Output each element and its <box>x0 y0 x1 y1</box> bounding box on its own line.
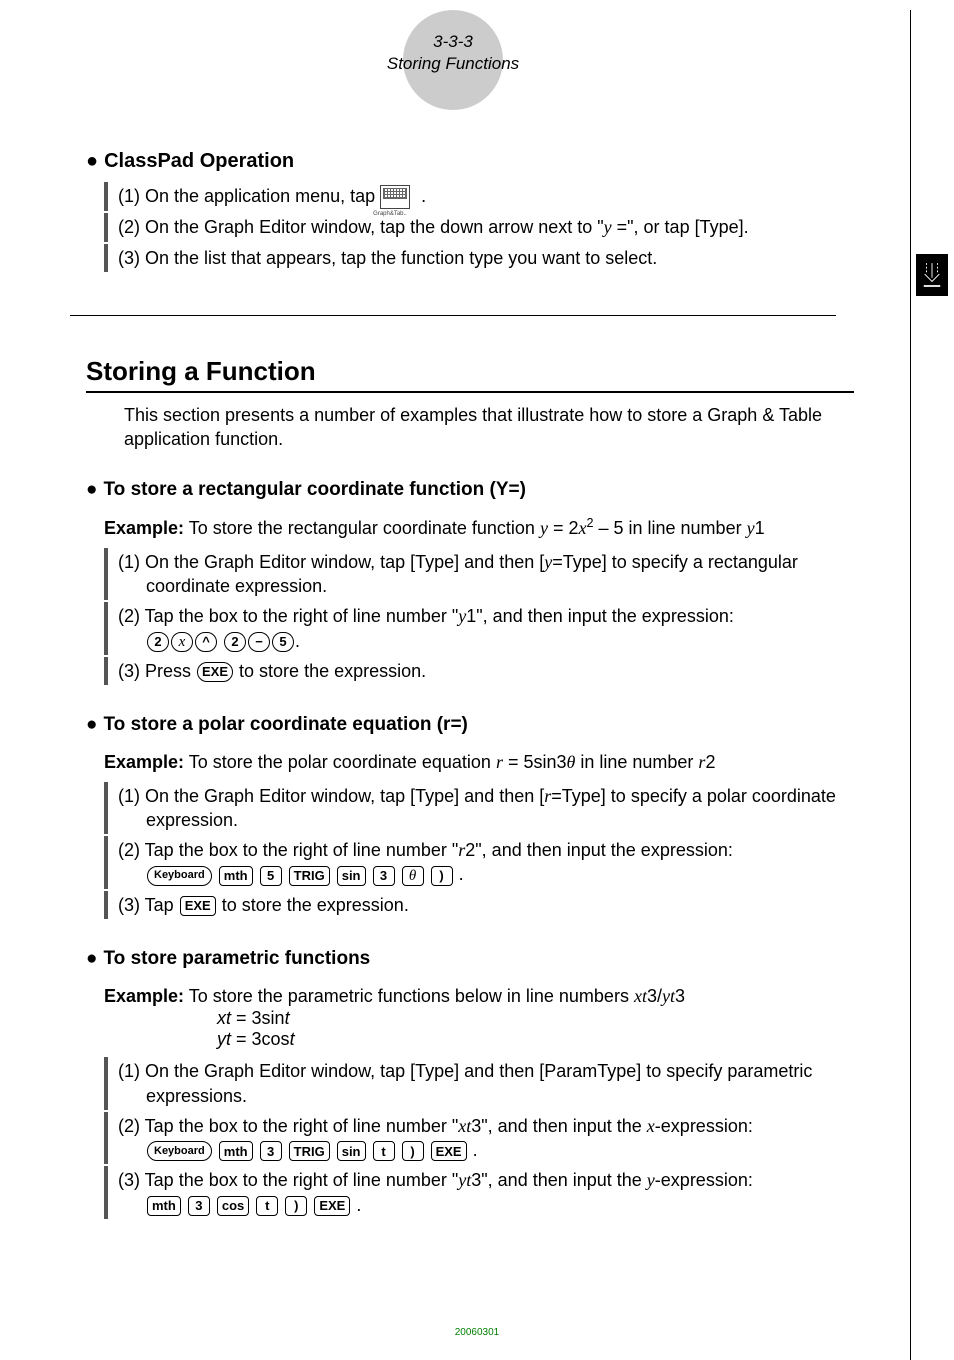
key-5[interactable]: 5 <box>272 632 294 652</box>
key-mth[interactable]: mth <box>147 1196 181 1216</box>
key-t[interactable]: t <box>256 1196 278 1216</box>
step-text: (1) On the application menu, tap . <box>118 182 854 211</box>
section-rect: ● To store a rectangular coordinate func… <box>86 479 854 501</box>
key-t[interactable]: t <box>373 1141 395 1161</box>
example-param: Example: To store the parametric functio… <box>104 984 854 1008</box>
step-text: (3) Tap EXE to store the expression. <box>118 891 854 919</box>
key-3[interactable]: 3 <box>373 866 395 886</box>
param-eq1: xt = 3sint <box>217 1008 854 1029</box>
step-text: (3) On the list that appears, tap the fu… <box>118 244 854 272</box>
key-theta[interactable]: θ <box>402 866 424 886</box>
sidebar <box>910 10 954 1360</box>
key-keyboard[interactable]: Keyboard <box>147 1141 212 1161</box>
step-text: (1) On the Graph Editor window, tap [Typ… <box>118 782 854 835</box>
key-x[interactable]: x <box>171 632 193 652</box>
key-3[interactable]: 3 <box>260 1141 282 1161</box>
key-2[interactable]: 2 <box>224 632 246 652</box>
key-caret[interactable]: ^ <box>195 632 217 652</box>
key-exe[interactable]: EXE <box>197 662 233 682</box>
step-text: (1) On the Graph Editor window, tap [Typ… <box>118 548 854 601</box>
graph-and-table-app-icon[interactable] <box>380 185 410 209</box>
key-exe[interactable]: EXE <box>180 896 216 916</box>
key-trig[interactable]: TRIG <box>289 866 330 886</box>
key-trig[interactable]: TRIG <box>289 1141 330 1161</box>
step-text: (3) Press EXE to store the expression. <box>118 657 854 685</box>
heading-underline <box>86 391 854 393</box>
key-2[interactable]: 2 <box>147 632 169 652</box>
step-text: (2) On the Graph Editor window, tap the … <box>118 213 854 241</box>
section-polar: ● To store a polar coordinate equation (… <box>86 714 854 736</box>
sidebar-download-icon <box>916 254 948 296</box>
example-polar: Example: To store the polar coordinate e… <box>104 750 854 774</box>
section-param: ● To store parametric functions <box>86 948 854 970</box>
step-text: (2) Tap the box to the right of line num… <box>118 602 854 655</box>
key-close-paren[interactable]: ) <box>431 866 453 886</box>
step-text: (2) Tap the box to the right of line num… <box>118 1112 854 1165</box>
divider <box>70 315 836 316</box>
key-cos[interactable]: cos <box>217 1196 249 1216</box>
key-close-paren[interactable]: ) <box>402 1141 424 1161</box>
key-exe[interactable]: EXE <box>314 1196 350 1216</box>
section-title: To store parametric functions <box>103 948 370 970</box>
intro-paragraph: This section presents a number of exampl… <box>124 403 854 452</box>
param-eq2: yt = 3cost <box>217 1029 854 1050</box>
step-text: (1) On the Graph Editor window, tap [Typ… <box>118 1057 854 1110</box>
page-footer-number: 20060301 <box>455 1327 500 1338</box>
step-text: (3) Tap the box to the right of line num… <box>118 1166 854 1219</box>
heading-storing-a-function: Storing a Function <box>86 356 854 387</box>
key-3[interactable]: 3 <box>188 1196 210 1216</box>
step-text: (2) Tap the box to the right of line num… <box>118 836 854 889</box>
key-mth[interactable]: mth <box>219 866 253 886</box>
page-header-circle: 3-3-3 Storing Functions <box>403 10 503 110</box>
key-5[interactable]: 5 <box>260 866 282 886</box>
example-rect: Example: To store the rectangular coordi… <box>104 515 854 540</box>
section-classpad-operation: ● ClassPad Operation <box>86 150 854 173</box>
key-sin[interactable]: sin <box>337 1141 366 1161</box>
key-minus[interactable]: − <box>248 632 270 652</box>
page-number-top: 3-3-3 <box>433 32 473 52</box>
key-close-paren[interactable]: ) <box>285 1196 307 1216</box>
section-title: ClassPad Operation <box>104 150 294 173</box>
key-keyboard[interactable]: Keyboard <box>147 866 212 886</box>
key-sin[interactable]: sin <box>337 866 366 886</box>
page-title-top: Storing Functions <box>387 54 519 74</box>
key-exe[interactable]: EXE <box>431 1141 467 1161</box>
section-title: To store a rectangular coordinate functi… <box>103 479 525 501</box>
key-mth[interactable]: mth <box>219 1141 253 1161</box>
section-title: To store a polar coordinate equation (r=… <box>103 714 467 736</box>
